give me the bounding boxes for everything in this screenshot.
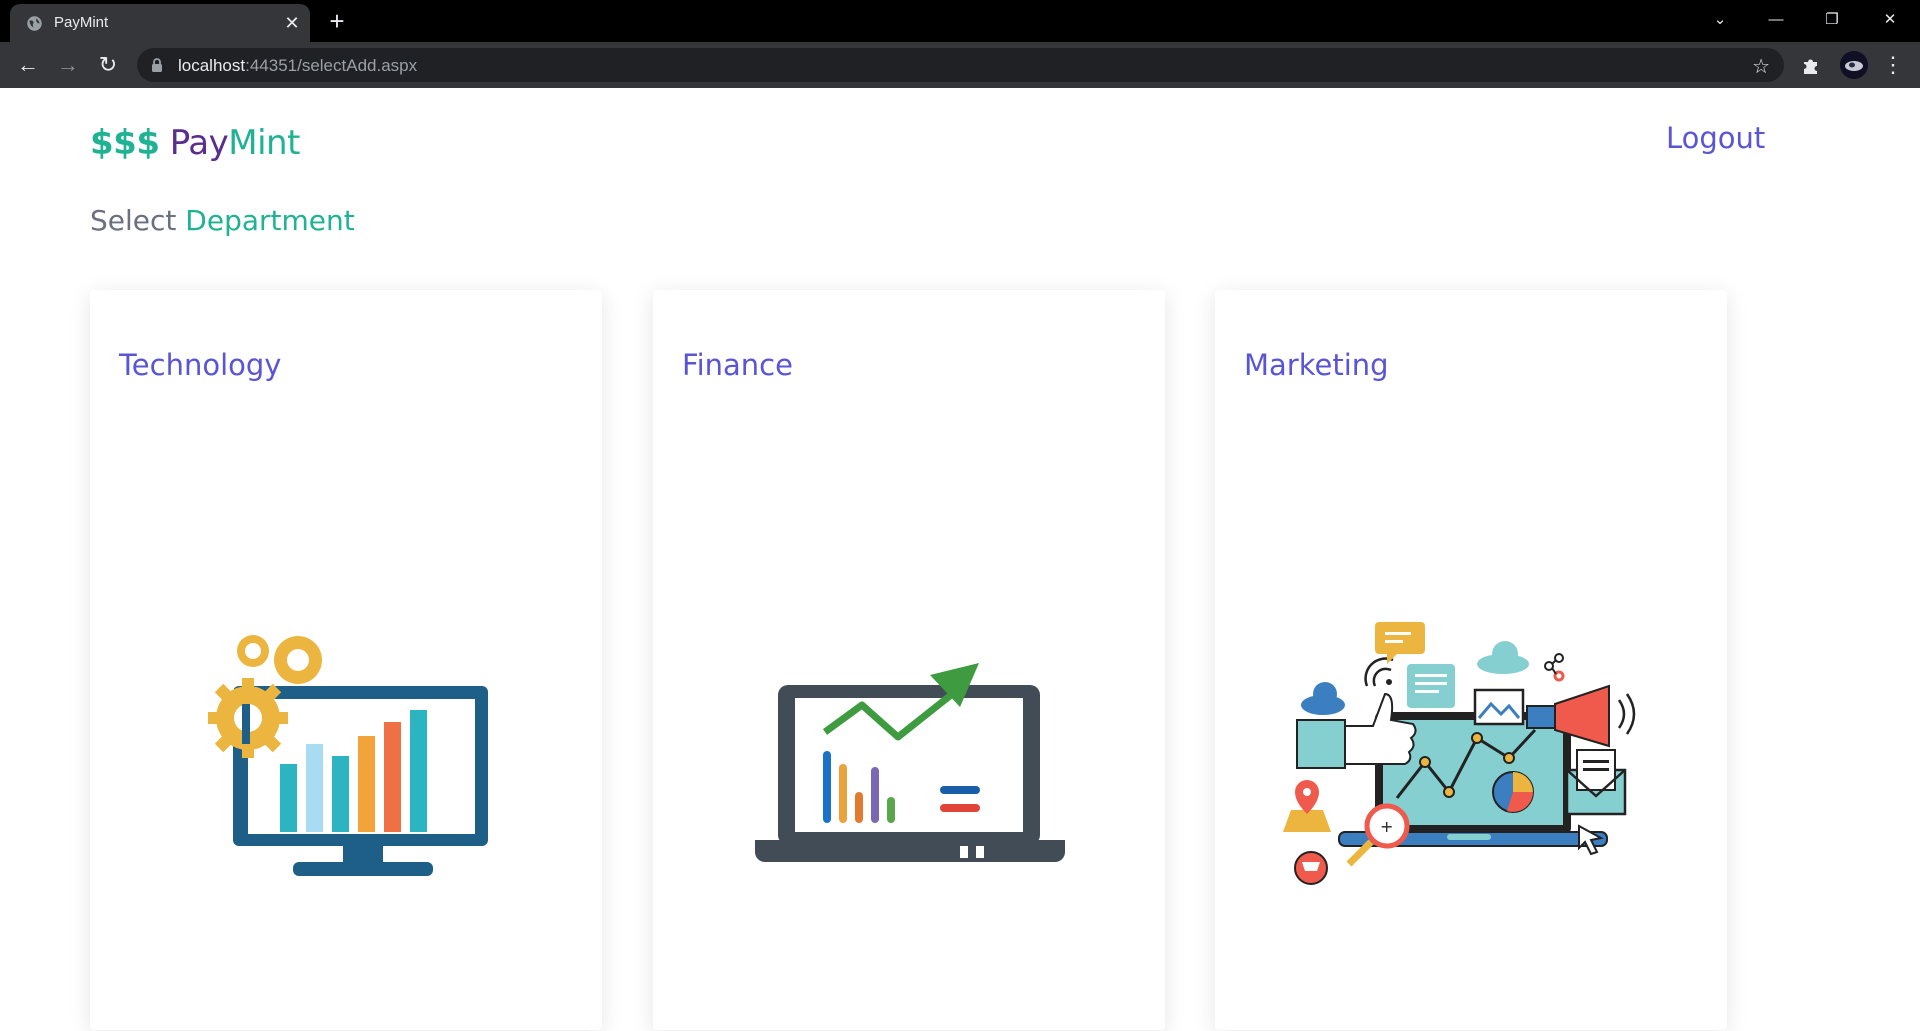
department-card-technology[interactable]: Technology: [90, 290, 602, 1030]
restore-button[interactable]: ❐: [1818, 8, 1846, 32]
brand-logo[interactable]: $$$ PayMint: [90, 123, 300, 163]
logout-link[interactable]: Logout: [1666, 121, 1765, 155]
lock-icon: [152, 58, 162, 72]
reload-button[interactable]: ↻: [94, 51, 122, 79]
extensions-puzzle-icon[interactable]: [1800, 54, 1822, 76]
brand-dollars: $$$: [90, 123, 160, 163]
page-title-prefix: Select: [90, 204, 177, 237]
profile-avatar[interactable]: [1840, 51, 1868, 79]
department-card-finance[interactable]: Finance: [653, 290, 1165, 1030]
browser-menu-icon[interactable]: ⋮: [1882, 51, 1904, 79]
page-content: $$$ PayMint Logout Select Department Tec…: [0, 88, 1920, 1031]
department-title: Finance: [682, 348, 793, 382]
department-card-marketing[interactable]: Marketing +: [1215, 290, 1727, 1030]
browser-tab[interactable]: PayMint ✕: [10, 4, 310, 42]
digital-marketing-icon: +: [1283, 622, 1636, 885]
bookmark-star-icon[interactable]: ☆: [1752, 54, 1770, 79]
close-tab-icon[interactable]: ✕: [282, 13, 302, 33]
close-window-button[interactable]: ✕: [1876, 8, 1904, 32]
computer-analytics-icon: [208, 635, 488, 876]
brand-pay: Pay: [169, 123, 229, 163]
svg-text:+: +: [1380, 817, 1393, 836]
globe-icon: [27, 16, 42, 31]
url-host: localhost: [178, 56, 246, 75]
url-path: :44351/selectAdd.aspx: [245, 56, 418, 75]
url-text: localhost:44351/selectAdd.aspx: [178, 56, 417, 76]
address-bar[interactable]: localhost:44351/selectAdd.aspx ☆: [137, 48, 1784, 82]
avatar-image: [1840, 51, 1868, 79]
minimize-button[interactable]: —: [1762, 8, 1790, 32]
tab-search-icon[interactable]: ⌄: [1706, 8, 1734, 32]
forward-button[interactable]: →: [54, 51, 82, 79]
tab-title: PayMint: [54, 14, 109, 31]
browser-toolbar: ← → ↻ localhost:44351/selectAdd.aspx ☆ ⋮: [0, 42, 1920, 88]
department-title: Technology: [119, 348, 282, 382]
new-tab-button[interactable]: +: [324, 8, 350, 35]
laptop-growth-chart-icon: [755, 663, 1065, 862]
page-title: Select Department: [90, 204, 355, 237]
back-button[interactable]: ←: [14, 51, 42, 79]
browser-tab-strip: PayMint ✕ + ⌄ — ❐ ✕: [0, 0, 1920, 42]
page-title-highlight: Department: [185, 204, 355, 237]
brand-mint: Mint: [228, 123, 300, 163]
department-title: Marketing: [1244, 348, 1389, 382]
